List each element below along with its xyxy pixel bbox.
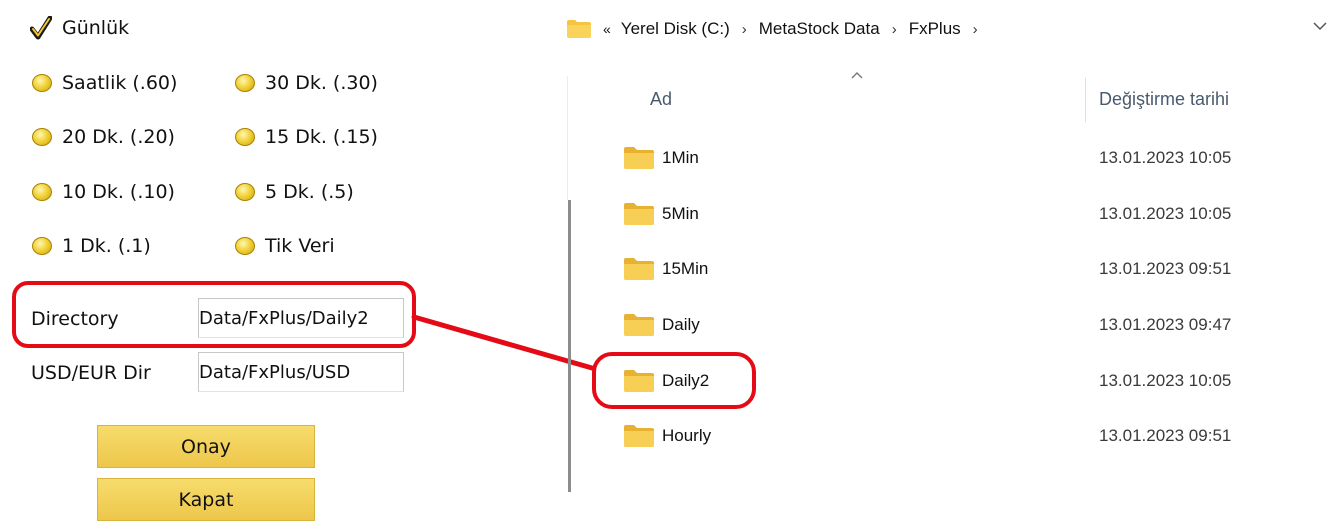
radio-label: 30 Dk. (.30) bbox=[265, 72, 378, 94]
daily-checkbox[interactable]: Günlük bbox=[30, 16, 129, 40]
column-header-modified[interactable]: Değiştirme tarihi bbox=[1099, 89, 1229, 110]
pane-divider bbox=[567, 76, 568, 200]
folder-icon bbox=[624, 147, 654, 169]
radio-button-icon bbox=[235, 183, 255, 201]
check-icon bbox=[30, 16, 52, 40]
file-row[interactable]: Hourly 13.01.2023 09:51 bbox=[624, 411, 1324, 461]
folder-icon bbox=[624, 370, 654, 392]
file-modified-date: 13.01.2023 09:51 bbox=[1099, 259, 1232, 278]
radio-button-icon bbox=[235, 74, 255, 92]
breadcrumb-local-disk[interactable]: Yerel Disk (C:) bbox=[621, 19, 730, 39]
folder-icon bbox=[624, 258, 654, 280]
chevron-right-icon: › bbox=[741, 20, 747, 38]
file-name: Hourly bbox=[662, 426, 712, 445]
breadcrumb: « Yerel Disk (C:) › MetaStock Data › FxP… bbox=[567, 12, 990, 46]
radio-label: 20 Dk. (.20) bbox=[62, 126, 175, 148]
file-modified-date: 13.01.2023 09:47 bbox=[1099, 315, 1232, 334]
radio-1min[interactable]: 1 Dk. (.1) bbox=[32, 235, 151, 257]
close-button[interactable]: Kapat bbox=[97, 478, 315, 521]
file-row[interactable]: Daily2 13.01.2023 10:05 bbox=[624, 356, 1324, 406]
radio-label: 15 Dk. (.15) bbox=[265, 126, 378, 148]
navigation-pane-scrollbar[interactable] bbox=[568, 200, 571, 492]
chevron-right-icon[interactable]: › bbox=[973, 21, 978, 38]
radio-button-icon bbox=[235, 128, 255, 146]
file-modified-date: 13.01.2023 10:05 bbox=[1099, 148, 1232, 167]
file-modified-date: 13.01.2023 10:05 bbox=[1099, 371, 1232, 390]
column-header-name[interactable]: Ad bbox=[650, 89, 672, 110]
file-name: 1Min bbox=[662, 148, 699, 167]
file-name: Daily bbox=[662, 315, 700, 334]
daily-label: Günlük bbox=[62, 17, 130, 39]
radio-10min[interactable]: 10 Dk. (.10) bbox=[32, 181, 175, 203]
radio-15min[interactable]: 15 Dk. (.15) bbox=[235, 126, 378, 148]
file-name: 5Min bbox=[662, 204, 699, 223]
usdeur-label: USD/EUR Dir bbox=[31, 362, 151, 384]
file-row[interactable]: Daily 13.01.2023 09:47 bbox=[624, 300, 1324, 350]
chevron-right-icon: › bbox=[891, 20, 897, 38]
folder-icon bbox=[624, 314, 654, 336]
breadcrumb-fxplus[interactable]: FxPlus bbox=[909, 19, 961, 39]
file-modified-date: 13.01.2023 10:05 bbox=[1099, 204, 1232, 223]
column-divider[interactable] bbox=[1085, 78, 1086, 122]
usdeur-input[interactable]: Data/FxPlus/USD bbox=[198, 352, 404, 392]
radio-label: 10 Dk. (.10) bbox=[62, 181, 175, 203]
radio-hourly[interactable]: Saatlik (.60) bbox=[32, 72, 177, 94]
radio-label: 5 Dk. (.5) bbox=[265, 181, 354, 203]
file-row[interactable]: 5Min 13.01.2023 10:05 bbox=[624, 189, 1324, 239]
radio-label: Tik Veri bbox=[265, 235, 335, 257]
file-name: 15Min bbox=[662, 259, 709, 278]
radio-30min[interactable]: 30 Dk. (.30) bbox=[235, 72, 378, 94]
radio-button-icon bbox=[235, 237, 255, 255]
folder-icon bbox=[624, 425, 654, 447]
radio-20min[interactable]: 20 Dk. (.20) bbox=[32, 126, 175, 148]
radio-button-icon bbox=[32, 74, 52, 92]
chevron-down-icon[interactable] bbox=[1312, 20, 1328, 32]
radio-button-icon bbox=[32, 183, 52, 201]
radio-5min[interactable]: 5 Dk. (.5) bbox=[235, 181, 354, 203]
radio-label: 1 Dk. (.1) bbox=[62, 235, 151, 257]
settings-panel: Günlük Saatlik (.60) 30 Dk. (.30) 20 Dk.… bbox=[0, 0, 540, 521]
file-modified-date: 13.01.2023 09:51 bbox=[1099, 426, 1232, 445]
file-row[interactable]: 15Min 13.01.2023 09:51 bbox=[624, 244, 1324, 294]
overflow-chevron-icon[interactable]: « bbox=[603, 21, 611, 37]
breadcrumb-metastock-data[interactable]: MetaStock Data bbox=[759, 19, 880, 39]
radio-tick[interactable]: Tik Veri bbox=[235, 235, 335, 257]
file-row[interactable]: 1Min 13.01.2023 10:05 bbox=[624, 133, 1324, 183]
directory-highlight bbox=[12, 281, 416, 348]
radio-button-icon bbox=[32, 128, 52, 146]
radio-label: Saatlik (.60) bbox=[62, 72, 178, 94]
sort-up-icon bbox=[851, 72, 863, 79]
radio-button-icon bbox=[32, 237, 52, 255]
file-name: Daily2 bbox=[662, 371, 710, 390]
folder-icon bbox=[624, 203, 654, 225]
folder-icon bbox=[567, 20, 591, 38]
confirm-button[interactable]: Onay bbox=[97, 425, 315, 468]
